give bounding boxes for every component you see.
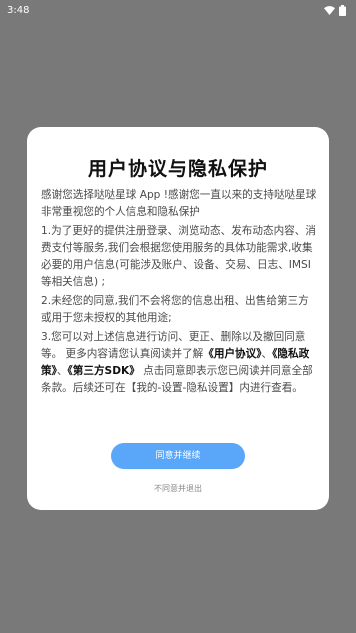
intro-text: 感谢您选择哒哒星球 App !感谢您一直以来的支持哒哒星球非常重视您的个人信息和…	[41, 189, 317, 218]
terms-item-3: 3.您可以对上述信息进行访问、更正、删除以及撤回同意等。 更多内容请您认真阅读并…	[41, 329, 317, 397]
status-time: 3:48	[7, 4, 30, 16]
decline-button[interactable]: 不同意并退出	[27, 483, 329, 494]
dialog-body: 感谢您选择哒哒星球 App !感谢您一直以来的支持哒哒星球非常重视您的个人信息和…	[41, 187, 317, 399]
privacy-dialog: 用户协议与隐私保护 感谢您选择哒哒星球 App !感谢您一直以来的支持哒哒星球非…	[27, 127, 329, 510]
user-agreement-link[interactable]: 《用户协议》	[203, 348, 261, 360]
dialog-title: 用户协议与隐私保护	[87, 158, 268, 180]
wifi-icon	[324, 5, 335, 15]
terms-item-1: 1.为了更好的提供注册登录、浏览动态、发布动态内容、消费支付等服务,我们会根据您…	[41, 225, 316, 288]
battery-icon	[339, 4, 346, 16]
status-bar: 3:48	[0, 0, 356, 20]
status-icons	[324, 4, 346, 16]
third-party-sdk-link[interactable]: 《第三方SDK》	[67, 365, 139, 377]
separator: 、	[56, 365, 68, 377]
separator: 、	[261, 348, 273, 360]
terms-item-2: 2.未经您的同意,我们不会将您的信息出租、出售给第三方或用于您未授权的其他用途;	[41, 295, 309, 324]
agree-button[interactable]: 同意并继续	[111, 443, 245, 469]
